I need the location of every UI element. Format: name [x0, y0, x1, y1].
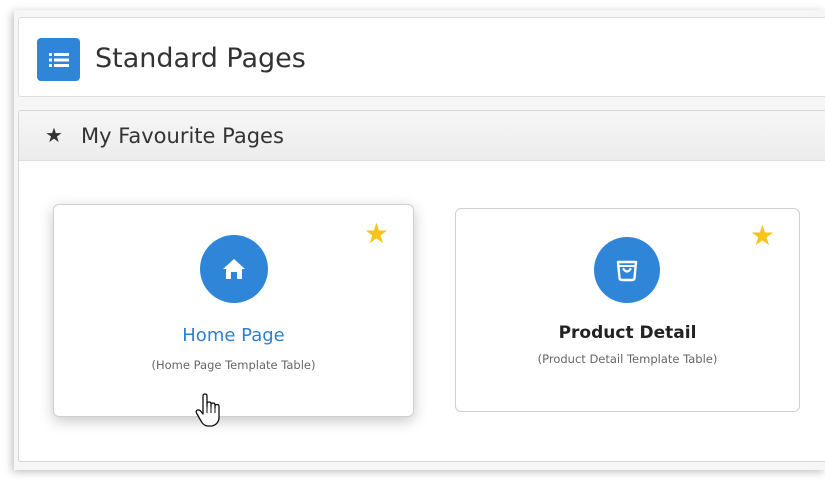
favourite-star-icon[interactable]: ★ — [364, 219, 389, 249]
shopping-bag-icon — [593, 237, 660, 303]
favourite-pages-panel: ★ My Favourite Pages ★ Home Page (Home P… — [18, 110, 825, 462]
star-icon: ★ — [45, 123, 63, 147]
card-subtitle: (Product Detail Template Table) — [537, 352, 718, 366]
page-title: Standard Pages — [95, 43, 306, 74]
hand-pointer-icon — [194, 393, 224, 429]
card-title[interactable]: Product Detail — [456, 321, 799, 345]
favourite-star-icon[interactable]: ★ — [750, 221, 775, 251]
card-subtitle: (Home Page Template Table) — [151, 358, 316, 372]
favourite-pages-header: ★ My Favourite Pages — [19, 111, 825, 161]
page-card-home-page[interactable]: ★ Home Page (Home Page Template Table) — [53, 204, 414, 417]
card-title[interactable]: Home Page — [54, 324, 413, 348]
home-icon — [199, 235, 268, 303]
favourite-pages-title: My Favourite Pages — [81, 124, 284, 148]
page-header: Standard Pages — [18, 17, 825, 97]
page-card-product-detail[interactable]: ★ Product Detail (Product Detail Templat… — [455, 208, 800, 412]
list-icon — [37, 38, 80, 81]
